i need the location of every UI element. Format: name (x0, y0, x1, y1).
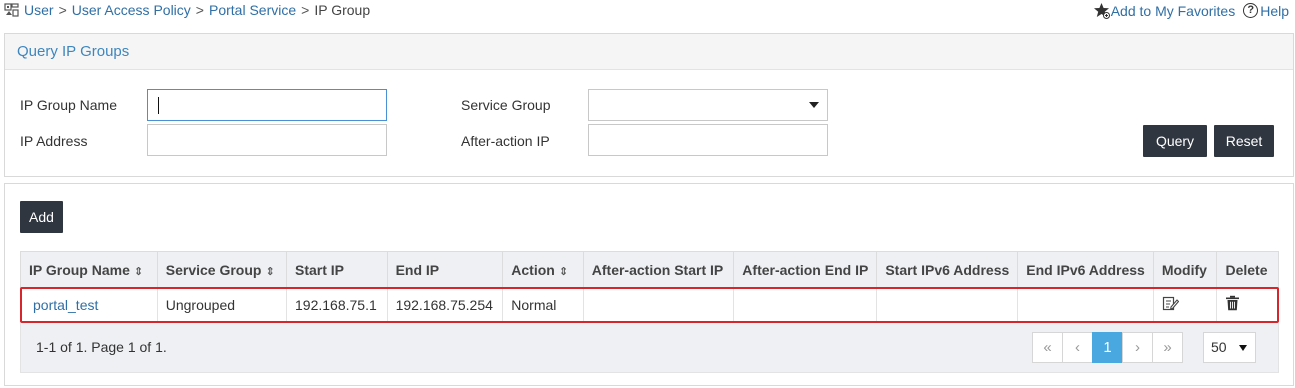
first-page-button[interactable]: « (1032, 332, 1063, 363)
cell-ip-group-name: portal_test (20, 287, 158, 322)
cell-after-action-start-ip (583, 287, 735, 322)
service-group-label: Service Group (461, 97, 551, 113)
chevron-down-icon (809, 102, 819, 108)
cell-start-ipv6 (876, 287, 1019, 322)
query-button[interactable]: Query (1143, 125, 1207, 157)
col-action[interactable]: Action ⇕ (502, 251, 584, 288)
help-link[interactable]: Help (1260, 3, 1289, 19)
col-end-ipv6: End IPv6 Address (1017, 251, 1154, 288)
ip-group-name-label: IP Group Name (20, 97, 118, 113)
trash-icon[interactable] (1225, 295, 1240, 311)
col-after-action-start-ip: After-action Start IP (583, 251, 735, 288)
table-footer: 1-1 of 1. Page 1 of 1. « ‹ 1 › » 50 (20, 323, 1279, 373)
col-start-ipv6: Start IPv6 Address (876, 251, 1019, 288)
add-button[interactable]: Add (20, 201, 63, 233)
query-panel: Query IP Groups IP Group Name IP Address… (4, 33, 1294, 177)
page-size-value: 50 (1211, 339, 1227, 355)
ip-group-list-panel: Add IP Group Name ⇕ Service Group ⇕ Start … (4, 183, 1294, 386)
star-icon[interactable] (1093, 2, 1110, 19)
service-group-select[interactable] (588, 89, 828, 121)
breadcrumb-current: IP Group (314, 2, 371, 18)
breadcrumb-user[interactable]: User (24, 2, 54, 18)
col-end-ip: End IP (387, 251, 504, 288)
cell-modify (1153, 287, 1218, 322)
sort-icon[interactable]: ⇕ (134, 266, 143, 278)
breadcrumb: User > User Access Policy > Portal Servi… (4, 2, 370, 18)
after-action-ip-input[interactable] (588, 124, 828, 156)
user-group-icon (4, 3, 19, 17)
cell-action: Normal (502, 287, 584, 322)
pagination: « ‹ 1 › » (1032, 332, 1183, 363)
caret-down-icon (1239, 345, 1247, 351)
sort-icon[interactable]: ⇕ (265, 266, 274, 278)
text-caret (158, 97, 159, 114)
page-size-select[interactable]: 50 (1203, 332, 1256, 363)
breadcrumb-separator: > (58, 2, 67, 18)
cell-start-ip: 192.168.75.1 (286, 287, 388, 322)
col-after-action-end-ip: After-action End IP (733, 251, 878, 288)
ip-group-table: IP Group Name ⇕ Service Group ⇕ Start IP E… (20, 251, 1279, 322)
sort-icon[interactable]: ⇕ (559, 266, 568, 278)
cell-service-group: Ungrouped (157, 287, 288, 322)
prev-page-button[interactable]: ‹ (1062, 332, 1093, 363)
cell-end-ipv6 (1017, 287, 1154, 322)
breadcrumb-portal-service[interactable]: Portal Service (209, 2, 296, 18)
ip-group-name-link[interactable]: portal_test (33, 297, 98, 313)
col-service-group[interactable]: Service Group ⇕ (157, 251, 288, 288)
col-modify: Modify (1153, 251, 1218, 288)
col-start-ip: Start IP (286, 251, 388, 288)
ip-address-label: IP Address (20, 133, 88, 149)
table-header-row: IP Group Name ⇕ Service Group ⇕ Start IP E… (20, 251, 1279, 288)
last-page-button[interactable]: » (1152, 332, 1183, 363)
cell-end-ip: 192.168.75.254 (387, 287, 504, 322)
pagination-summary: 1-1 of 1. Page 1 of 1. (36, 339, 167, 355)
breadcrumb-user-access-policy[interactable]: User Access Policy (72, 2, 191, 18)
after-action-ip-label: After-action IP (461, 133, 550, 149)
query-panel-title: Query IP Groups (5, 34, 1293, 70)
ip-group-name-input[interactable] (147, 89, 387, 121)
breadcrumb-separator: > (195, 2, 204, 18)
table-row: portal_test Ungrouped 192.168.75.1 192.1… (20, 287, 1279, 322)
edit-icon[interactable] (1162, 295, 1180, 312)
next-page-button[interactable]: › (1122, 332, 1153, 363)
page-button-current[interactable]: 1 (1092, 332, 1123, 363)
ip-address-input[interactable] (147, 124, 387, 156)
top-bar: User > User Access Policy > Portal Servi… (0, 0, 1295, 26)
cell-delete (1216, 287, 1279, 322)
add-to-favorites-link[interactable]: Add to My Favorites (1111, 3, 1236, 19)
reset-button[interactable]: Reset (1214, 125, 1274, 157)
breadcrumb-separator: > (301, 2, 310, 18)
col-delete: Delete (1216, 251, 1279, 288)
header-links: Add to My Favorites ? Help (1093, 2, 1289, 19)
help-icon[interactable]: ? (1243, 3, 1259, 18)
col-ip-group-name[interactable]: IP Group Name ⇕ (20, 251, 158, 288)
cell-after-action-end-ip (733, 287, 878, 322)
